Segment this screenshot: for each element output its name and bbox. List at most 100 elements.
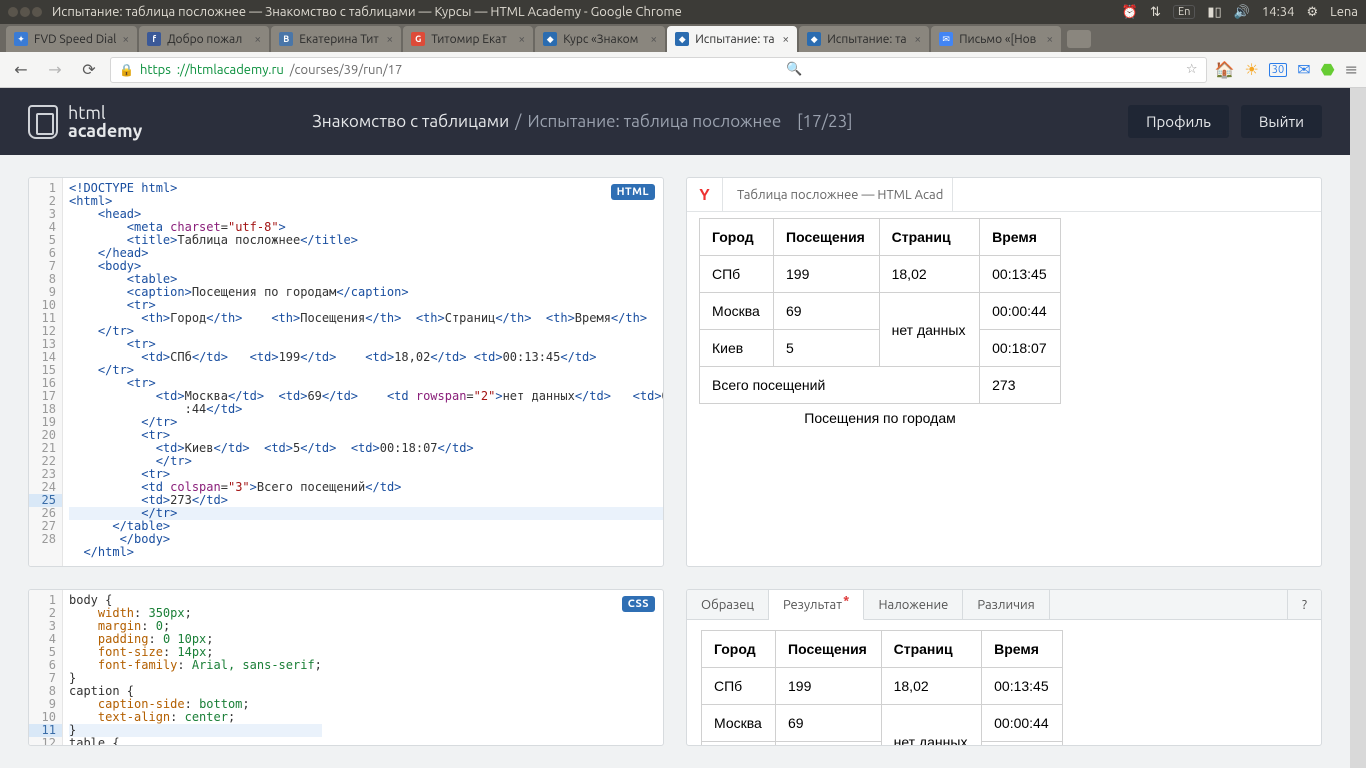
profile-button[interactable]: Профиль [1128,105,1229,138]
breadcrumb: Знакомство с таблицами / Испытание: табл… [312,112,852,131]
css-badge: CSS [622,596,655,612]
bookmark-star-icon[interactable]: ☆ [1186,62,1198,77]
battery-icon[interactable]: ▮▯ [1207,5,1221,20]
sample-tabstrip: Образец Результат* Наложение Различия ? [687,590,1321,620]
result-table: Город Посещения Страниц Время СПб 199 18… [701,630,1063,746]
css-editor[interactable]: 1234567891011121314 body { width: 350px;… [29,590,663,745]
html-editor-panel: HTML 12345678910111213141516171819202122… [28,177,664,567]
alarm-icon[interactable]: ⏰ [1122,5,1138,20]
css-editor-panel: CSS 1234567891011121314 body { width: 35… [28,589,664,746]
favicon: ◆ [543,32,557,46]
window-buttons[interactable] [8,7,42,17]
tab-close-icon[interactable]: × [914,33,921,46]
tab-diff[interactable]: Различия [963,590,1049,619]
table-row: СПб 199 18,02 00:13:45 [700,256,1061,293]
chrome-tabstrip: ✦FVD Speed Dial× f Добро пожал × B Екатерина … [0,24,1366,52]
clock[interactable]: 14:34 [1262,5,1295,19]
network-icon[interactable]: ⇅ [1150,5,1161,20]
preview-body: Посещения по городам Город Посещения Стр… [687,212,1321,566]
sample-body: Город Посещения Страниц Время СПб 199 18… [687,620,1321,746]
tab-label: Курс «Знаком [563,33,644,46]
sample-panel: Образец Результат* Наложение Различия ? … [686,589,1322,746]
gear-icon[interactable]: ⚙ [1306,5,1318,20]
tab-label: Письмо «[Нов [959,33,1040,46]
ext-icon-android[interactable]: ⬣ [1321,60,1335,79]
preview-tab[interactable]: Таблица посложнее — HTML Acad [723,178,953,211]
breadcrumb-sep: / [515,112,521,131]
th-visits: Посещения [774,219,880,256]
tab-sample[interactable]: Образец [687,590,769,619]
tab-close-icon[interactable]: × [1046,33,1053,46]
browser-tab[interactable]: ◆Испытание: та× [799,26,929,52]
browser-tab[interactable]: ◆ Курс «Знаком × [535,26,665,52]
reload-button[interactable]: ⟳ [76,57,102,83]
address-bar[interactable]: 🔒 https://htmlacademy.ru/courses/39/run/… [110,57,1207,83]
ext-icon-1[interactable]: 🏠 [1215,60,1235,79]
logo-line2: academy [68,122,142,140]
tab-label: Добро пожал [167,33,248,46]
tab-close-icon[interactable]: × [254,33,261,46]
breadcrumb-task: Испытание: таблица посложнее [527,112,781,131]
browser-tab[interactable]: ✉ Письмо «[Нов × [931,26,1061,52]
favicon: ✦ [14,32,28,46]
ext-icon-weather[interactable]: ☀ [1244,60,1258,79]
table-caption: Посещения по городам [699,404,1061,426]
favicon: f [147,32,161,46]
logo-shield-icon [28,105,58,139]
url-scheme: https [140,63,171,77]
tab-close-icon[interactable]: × [782,33,789,46]
logout-button[interactable]: Выйти [1241,105,1322,138]
tab-label: Титомир Екат [431,33,512,46]
favicon: B [279,32,293,46]
preview-panel: Y Таблица посложнее — HTML Acad Посещени… [686,177,1322,567]
site-header: htmlacademy Знакомство с таблицами / Исп… [0,88,1350,155]
th-time: Время [980,219,1061,256]
system-tray[interactable]: ⏰ ⇅ En ▮▯ 🔊 14:34 ⚙ Lena [1122,5,1358,20]
task-counter-val: [17/23] [797,112,852,131]
table-row: Москва 69 нет данных 00:00:44 [700,293,1061,330]
preview-table: Посещения по городам Город Посещения Стр… [699,218,1061,426]
volume-icon[interactable]: 🔊 [1234,5,1250,20]
th-pages: Страниц [879,219,980,256]
ext-icon-calendar[interactable]: 30 [1269,63,1287,77]
lock-icon: 🔒 [119,63,134,77]
favicon: ✉ [939,32,953,46]
forward-button[interactable]: → [42,57,68,83]
favicon: ◆ [807,32,821,46]
tab-close-icon[interactable]: × [518,33,525,46]
extensions-area: 🏠 ☀ 30 ✉ ⬣ ≡ [1215,60,1358,79]
unsaved-indicator: * [843,594,849,608]
table-footer-row: Всего посещений 273 [700,367,1061,404]
logo[interactable]: htmlacademy [28,104,142,140]
tab-label: Екатерина Тит [299,33,380,46]
table-header-row: Город Посещения Страниц Время [700,219,1061,256]
yandex-icon: Y [687,178,723,211]
favicon: ◆ [675,32,689,46]
new-tab-button[interactable] [1067,30,1091,48]
browser-tab[interactable]: GТитомир Екат× [403,26,533,52]
browser-tab[interactable]: ✦FVD Speed Dial× [6,26,137,52]
tab-close-icon[interactable]: × [386,33,393,46]
browser-tab[interactable]: ◆Испытание: та× [667,26,797,52]
chrome-menu-icon[interactable]: ≡ [1345,60,1358,79]
html-badge: HTML [611,184,655,200]
zoom-icon[interactable]: 🔍 [786,62,802,77]
breadcrumb-course[interactable]: Знакомство с таблицами [312,112,509,131]
tab-close-icon[interactable]: × [650,33,657,46]
back-button[interactable]: ← [8,57,34,83]
tab-result[interactable]: Результат* [769,590,865,620]
tab-close-icon[interactable]: × [122,33,129,46]
tab-help[interactable]: ? [1287,590,1321,619]
ubuntu-menubar: Испытание: таблица посложнее — Знакомств… [0,0,1366,24]
html-editor[interactable]: 1234567891011121314151617181920212223242… [29,178,663,566]
browser-tab[interactable]: f Добро пожал × [139,26,269,52]
th-city: Город [700,219,774,256]
keyboard-layout[interactable]: En [1173,5,1195,19]
chrome-toolbar: ← → ⟳ 🔒 https://htmlacademy.ru/courses/3… [0,52,1366,88]
session-user[interactable]: Lena [1330,5,1358,19]
ext-icon-gmail[interactable]: ✉ [1297,60,1310,79]
url-path: /courses/39/run/17 [290,63,403,77]
page-content: htmlacademy Знакомство с таблицами / Исп… [0,88,1366,768]
tab-overlay[interactable]: Наложение [864,590,963,619]
browser-tab[interactable]: B Екатерина Тит × [271,26,401,52]
